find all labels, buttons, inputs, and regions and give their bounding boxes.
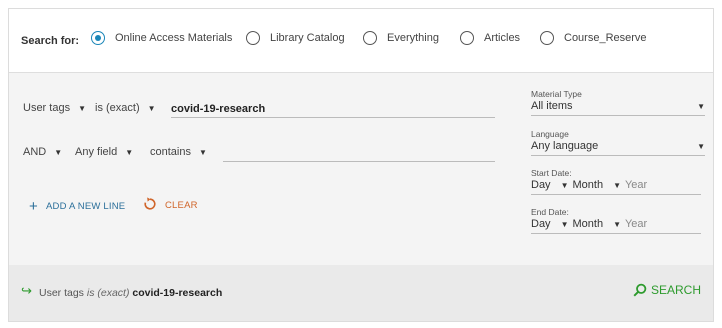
return-arrow-icon: ↪: [21, 283, 32, 298]
summary-value: covid-19-research: [132, 287, 223, 299]
end-year-input[interactable]: Year: [625, 218, 647, 230]
caret-down-icon: ▼: [78, 103, 86, 113]
caret-down-icon: ▼: [125, 147, 134, 157]
dropdown-value: Month: [572, 179, 604, 191]
dropdown-value: Month: [572, 218, 604, 230]
summary-field: User tags: [39, 287, 84, 299]
scope-radio-online-access[interactable]: Online Access Materials: [91, 31, 232, 45]
line1-precision-dropdown[interactable]: is (exact) ▼: [95, 102, 156, 114]
scope-option-label: Articles: [484, 32, 521, 44]
caret-down-icon: ▼: [613, 180, 621, 190]
scope-radio-articles[interactable]: Articles: [460, 31, 520, 45]
start-day-dropdown[interactable]: Day ▼: [531, 179, 572, 191]
end-date-facet: End Date: Day ▼ Month ▼ Year: [531, 207, 701, 234]
caret-down-icon: ▼: [697, 101, 705, 111]
clear-label: CLEAR: [165, 200, 198, 211]
language-facet: Language Any language ▼: [531, 129, 705, 156]
start-month-dropdown[interactable]: Month ▼: [572, 179, 625, 191]
line2-precision-dropdown[interactable]: contains ▼: [150, 146, 207, 158]
search-icon: [633, 283, 647, 297]
clear-button[interactable]: CLEAR: [143, 197, 198, 214]
dropdown-value: contains: [150, 146, 191, 158]
add-new-line-button[interactable]: + ADD A NEW LINE: [29, 199, 125, 214]
radio-unselected-icon: [246, 31, 260, 45]
radio-unselected-icon: [363, 31, 377, 45]
scope-option-label: Course_Reserve: [564, 32, 647, 44]
line1-field-dropdown[interactable]: User tags ▼: [23, 102, 86, 114]
caret-down-icon: ▼: [560, 180, 569, 190]
caret-down-icon: ▼: [560, 219, 569, 229]
material-type-label: Material Type: [531, 89, 582, 99]
scope-radio-everything[interactable]: Everything: [363, 31, 439, 45]
line2-field-dropdown[interactable]: Any field ▼: [75, 146, 133, 158]
dropdown-value: Any language: [531, 140, 599, 152]
dropdown-value: Day: [531, 179, 551, 191]
dropdown-value: Any field: [75, 146, 118, 158]
dropdown-value: User tags: [23, 102, 71, 114]
summary-precision: is (exact): [86, 287, 130, 299]
material-type-facet: Material Type All items ▼: [531, 89, 705, 116]
language-dropdown[interactable]: Any language ▼: [531, 139, 705, 156]
material-type-dropdown[interactable]: All items ▼: [531, 99, 705, 116]
scope-radio-library-catalog[interactable]: Library Catalog: [246, 31, 345, 45]
end-day-dropdown[interactable]: Day ▼: [531, 218, 572, 230]
plus-icon: +: [29, 198, 38, 215]
scope-option-label: Online Access Materials: [115, 32, 233, 44]
start-date-row: Day ▼ Month ▼ Year: [531, 178, 701, 195]
line2-search-input[interactable]: [223, 144, 495, 162]
scope-radio-course-reserve[interactable]: Course_Reserve: [540, 31, 647, 45]
caret-down-icon: ▼: [147, 103, 156, 113]
dropdown-value: is (exact): [95, 102, 140, 114]
query-summary-text: User tags is (exact) covid-19-research: [39, 287, 222, 299]
line1-search-input[interactable]: [171, 100, 495, 118]
query-summary-bar: ↪ User tags is (exact) covid-19-research…: [9, 265, 713, 321]
language-label: Language: [531, 129, 569, 139]
caret-down-icon: ▼: [697, 141, 705, 151]
caret-down-icon: ▼: [613, 219, 621, 229]
end-month-dropdown[interactable]: Month ▼: [572, 218, 625, 230]
scope-option-label: Everything: [387, 32, 439, 44]
caret-down-icon: ▼: [54, 147, 63, 157]
radio-unselected-icon: [460, 31, 474, 45]
dropdown-value: AND: [23, 146, 47, 158]
scope-option-label: Library Catalog: [270, 32, 345, 44]
start-date-label: Start Date:: [531, 168, 572, 178]
add-new-line-label: ADD A NEW LINE: [45, 201, 126, 212]
start-date-facet: Start Date: Day ▼ Month ▼ Year: [531, 168, 701, 195]
search-button[interactable]: SEARCH: [633, 283, 701, 297]
search-button-label: SEARCH: [650, 283, 701, 297]
query-builder: User tags ▼ is (exact) ▼ AND ▼ Any field…: [9, 73, 713, 263]
dropdown-value: All items: [531, 100, 573, 112]
radio-selected-icon: [91, 31, 105, 45]
radio-unselected-icon: [540, 31, 554, 45]
end-date-label: End Date:: [531, 207, 569, 217]
start-year-input[interactable]: Year: [625, 179, 647, 191]
caret-down-icon: ▼: [198, 147, 207, 157]
end-date-row: Day ▼ Month ▼ Year: [531, 217, 701, 234]
advanced-search-panel: Search for: Online Access Materials Libr…: [8, 8, 714, 322]
dropdown-value: Day: [531, 218, 551, 230]
search-for-label: Search for:: [21, 35, 80, 47]
reset-icon: [143, 197, 157, 214]
line2-operator-dropdown[interactable]: AND ▼: [23, 146, 62, 158]
search-scope-bar: Search for: Online Access Materials Libr…: [9, 9, 713, 73]
year-placeholder: Year: [624, 218, 648, 230]
year-placeholder: Year: [624, 179, 648, 191]
